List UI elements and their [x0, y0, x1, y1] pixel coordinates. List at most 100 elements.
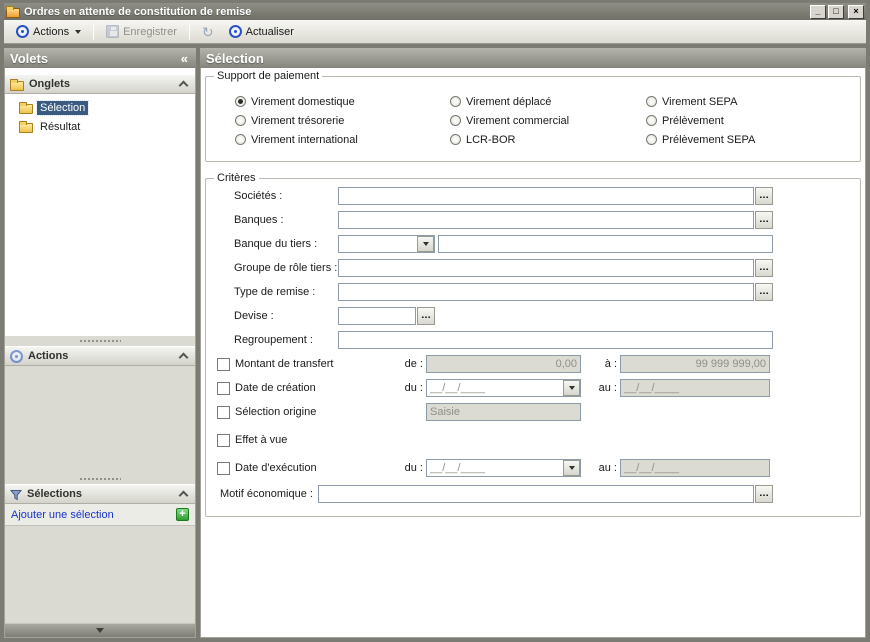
selection-origine-checkbox[interactable]: [217, 406, 230, 419]
radio-virement-tresorerie[interactable]: Virement trésorerie: [235, 115, 450, 127]
splitter-grip[interactable]: [5, 474, 195, 484]
radio-virement-commercial[interactable]: Virement commercial: [450, 115, 646, 127]
radio-virement-deplace[interactable]: Virement déplacé: [450, 96, 646, 108]
radio-prelevement[interactable]: Prélèvement: [646, 115, 852, 127]
radio-label: Virement SEPA: [662, 96, 737, 108]
groupe-role-browse-button[interactable]: …: [755, 259, 773, 277]
selection-origine-label: Sélection origine: [235, 406, 383, 418]
splitter-grip[interactable]: [5, 336, 195, 346]
date-creation-du-dropdown-button[interactable]: [563, 380, 580, 396]
motif-economique-browse-button[interactable]: …: [755, 485, 773, 503]
folder-icon: [19, 104, 33, 114]
montant-de-input[interactable]: [426, 355, 581, 373]
date-creation-checkbox[interactable]: [217, 382, 230, 395]
societes-row: Sociétés : …: [214, 184, 852, 208]
filter-icon: [10, 489, 22, 501]
selection-origine-input[interactable]: [426, 403, 581, 421]
regroupement-label: Regroupement :: [234, 334, 338, 346]
date-execution-checkbox[interactable]: [217, 462, 230, 475]
groupe-role-label: Groupe de rôle tiers :: [234, 262, 338, 274]
radio-icon: [235, 134, 246, 145]
save-icon: [106, 25, 119, 38]
section-selections-header[interactable]: Sélections: [5, 484, 195, 504]
montant-label: Montant de transfert: [235, 358, 383, 370]
actualiser-button[interactable]: Actualiser: [223, 22, 300, 41]
radio-icon: [646, 134, 657, 145]
banque-tiers-label: Banque du tiers :: [234, 238, 338, 250]
criteres-group: Critères Sociétés : … Banques : …: [205, 172, 861, 517]
radio-virement-domestique[interactable]: Virement domestique: [235, 96, 450, 108]
close-button[interactable]: ×: [848, 5, 864, 19]
banques-row: Banques : …: [214, 208, 852, 232]
regroupement-input[interactable]: [338, 331, 773, 349]
section-actions-header[interactable]: Actions: [5, 346, 195, 366]
refresh-icon: ↻: [202, 25, 214, 39]
radio-lcr-bor[interactable]: LCR-BOR: [450, 134, 646, 146]
motif-economique-input[interactable]: [318, 485, 754, 503]
radio-label: Virement trésorerie: [251, 115, 344, 127]
devise-label: Devise :: [234, 310, 338, 322]
type-remise-row: Type de remise : …: [214, 280, 852, 304]
banques-input[interactable]: [338, 211, 754, 229]
actualiser-label: Actualiser: [246, 26, 294, 38]
minimize-button[interactable]: _: [810, 5, 826, 19]
chevron-up-icon[interactable]: [179, 353, 189, 363]
selection-origine-row: Sélection origine: [214, 400, 852, 424]
radio-prelevement-sepa[interactable]: Prélèvement SEPA: [646, 134, 852, 146]
actions-menu-button[interactable]: Actions: [10, 22, 87, 41]
chevron-up-icon[interactable]: [179, 491, 189, 501]
refresh-button[interactable]: ↻: [196, 22, 220, 42]
app-window: Ordres en attente de constitution de rem…: [0, 0, 870, 642]
type-remise-input[interactable]: [338, 283, 754, 301]
chevron-up-icon[interactable]: [179, 81, 189, 91]
sidebar-title: Volets: [10, 51, 179, 66]
window-icon: [6, 8, 20, 18]
societes-browse-button[interactable]: …: [755, 187, 773, 205]
montant-a-label: à :: [581, 358, 617, 370]
banque-tiers-input[interactable]: [438, 235, 773, 253]
societes-input[interactable]: [338, 187, 754, 205]
actions-section-icon: [10, 350, 23, 363]
devise-input[interactable]: [338, 307, 416, 325]
montant-checkbox[interactable]: [217, 358, 230, 371]
date-execution-du-dropdown-button[interactable]: [563, 460, 580, 476]
devise-browse-button[interactable]: …: [417, 307, 435, 325]
add-selection-link[interactable]: Ajouter une sélection: [11, 509, 172, 521]
banque-tiers-combo-input[interactable]: [339, 236, 417, 252]
folder-icon: [19, 123, 33, 133]
motif-economique-label: Motif économique :: [220, 488, 318, 500]
section-onglets-header[interactable]: Onglets: [5, 74, 195, 94]
date-creation-du-label: du :: [383, 382, 423, 394]
effet-a-vue-checkbox[interactable]: [217, 434, 230, 447]
date-creation-du-input[interactable]: [427, 380, 563, 396]
date-creation-au-input[interactable]: [620, 379, 770, 397]
type-remise-browse-button[interactable]: …: [755, 283, 773, 301]
date-execution-au-input[interactable]: [620, 459, 770, 477]
radio-label: Virement commercial: [466, 115, 569, 127]
add-selection-plus-button[interactable]: +: [176, 508, 189, 521]
radio-virement-sepa[interactable]: Virement SEPA: [646, 96, 852, 108]
groupe-role-input[interactable]: [338, 259, 754, 277]
radio-virement-international[interactable]: Virement international: [235, 134, 450, 146]
banque-tiers-dropdown-button[interactable]: [417, 236, 434, 252]
banque-tiers-combo[interactable]: [338, 235, 435, 253]
date-execution-du-input[interactable]: [427, 460, 563, 476]
enregistrer-button[interactable]: Enregistrer: [100, 22, 183, 41]
date-creation-row: Date de création du : au :: [214, 376, 852, 400]
date-creation-du-combo[interactable]: [426, 379, 581, 397]
maximize-button[interactable]: □: [828, 5, 844, 19]
tree-item-resultat[interactable]: Résultat: [7, 117, 193, 136]
sidebar-spacer: [5, 526, 195, 623]
radio-icon: [450, 115, 461, 126]
date-execution-du-combo[interactable]: [426, 459, 581, 477]
banques-browse-button[interactable]: …: [755, 211, 773, 229]
collapse-sidebar-button[interactable]: «: [179, 51, 190, 66]
montant-a-input[interactable]: [620, 355, 770, 373]
sidebar-bottom-bar[interactable]: [5, 623, 195, 637]
type-remise-label: Type de remise :: [234, 286, 338, 298]
tree-item-selection[interactable]: Sélection: [7, 98, 193, 117]
effet-a-vue-row: Effet à vue: [214, 428, 852, 452]
effet-a-vue-label: Effet à vue: [235, 434, 383, 446]
date-creation-au-label: au :: [581, 382, 617, 394]
motif-economique-row: Motif économique : …: [214, 482, 852, 506]
